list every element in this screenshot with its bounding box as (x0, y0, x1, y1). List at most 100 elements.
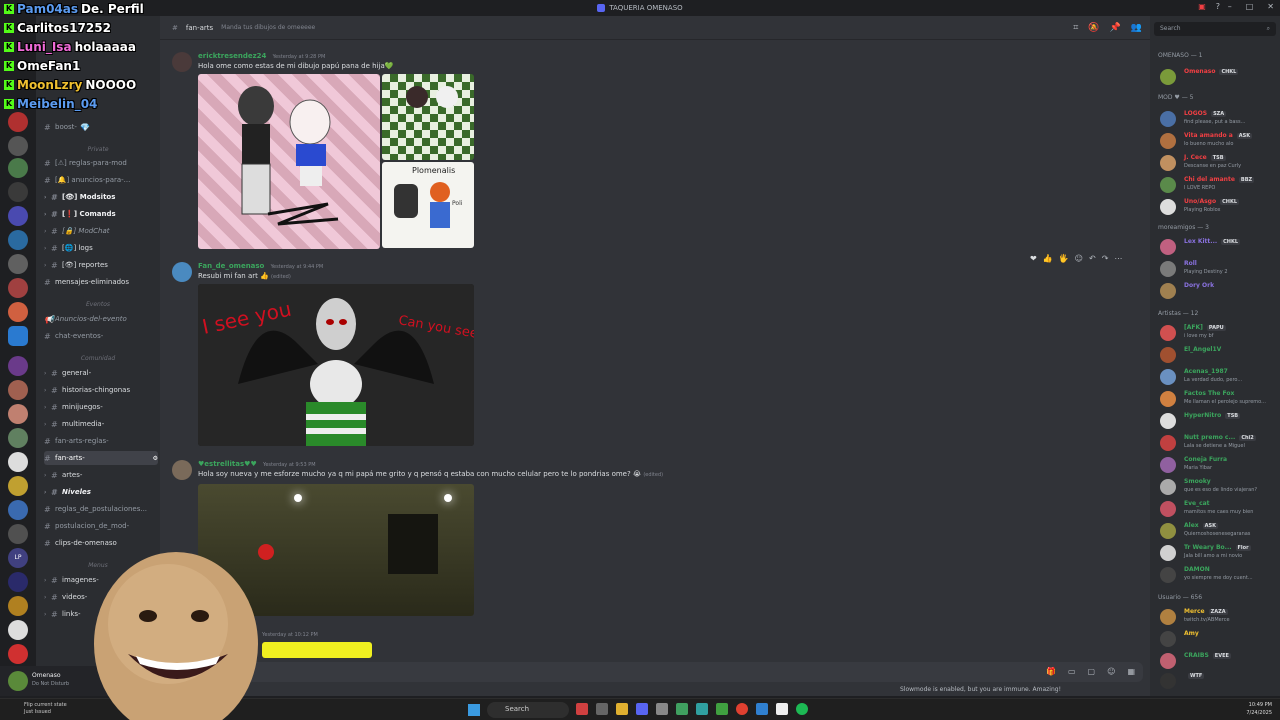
member-item[interactable]: Uno/Asgo CHKL Playing Roblox (1158, 196, 1278, 216)
member-item[interactable]: J. Cece TSB Descanse en paz Curly (1158, 152, 1278, 172)
server-icon[interactable] (8, 428, 28, 448)
reply-icon[interactable]: ↶ (1089, 254, 1096, 263)
attachment-image[interactable]: Plomenalis Poli (382, 162, 474, 248)
help-icon[interactable]: ? (1216, 2, 1220, 11)
member-item[interactable]: Lex Kitt... CHKL (1158, 236, 1278, 256)
author-name[interactable]: Fan_de_omenaso (198, 262, 264, 270)
channel-anuncios-para[interactable]: # [🔔] anuncios-para-... (44, 173, 158, 187)
channel-fan-arts[interactable]: # fan-arts- ⚙ (44, 451, 158, 465)
server-icon[interactable] (8, 230, 28, 250)
member-item[interactable]: Acenas_1987 La verdad dudo, pero... (1158, 366, 1278, 386)
gift-icon[interactable]: 🎁 (1046, 667, 1056, 676)
channel-minijuegos[interactable]: › # minijuegos- (44, 400, 158, 414)
channel-historias-chingonas[interactable]: › # historias-chingonas (44, 383, 158, 397)
channel-logs[interactable]: › # [🌐] logs (44, 241, 158, 255)
server-icon[interactable] (8, 254, 28, 274)
channel-reglas-para-mod[interactable]: # [⚠] reglas-para-mod (44, 156, 158, 170)
member-item[interactable]: Smooky que es eso de lindo viajeran? (1158, 476, 1278, 496)
forward-icon[interactable]: ↷ (1102, 254, 1109, 263)
member-item[interactable]: LOGOS SZA find please, put a bass... (1158, 108, 1278, 128)
channel-postulacion-de-mod[interactable]: # postulacion_de_mod- (44, 519, 158, 533)
server-icon[interactable] (8, 356, 28, 376)
attachment-image[interactable] (198, 74, 380, 249)
category-private[interactable]: Private (36, 146, 160, 153)
emoji-icon[interactable]: ☺ (1107, 667, 1115, 676)
author-name[interactable]: ericktresendez24 (198, 52, 266, 60)
minimize-icon[interactable]: – (1228, 2, 1232, 11)
app-icon[interactable] (716, 703, 728, 715)
reaction-heart-icon[interactable]: ❤ (1030, 254, 1037, 263)
member-item[interactable]: Vita amando a ASK lo bueno mucho alo (1158, 130, 1278, 150)
server-icon[interactable] (8, 476, 28, 496)
reaction-thumbs-icon[interactable]: 👍 (1043, 254, 1053, 263)
server-icon[interactable] (8, 452, 28, 472)
member-item[interactable]: [AFK] PAPU i love my bf (1158, 322, 1278, 342)
avatar[interactable] (172, 460, 192, 480)
channel-comands[interactable]: › # [❗] Comands (44, 207, 158, 221)
app-icon[interactable] (756, 703, 768, 715)
category-eventos[interactable]: Eventos (36, 301, 160, 308)
member-item[interactable]: Chi del amante BBZ I LOVE REPO (1158, 174, 1278, 194)
server-icon[interactable]: LP (8, 548, 28, 568)
server-icon[interactable] (8, 206, 28, 226)
taskbar-search[interactable]: Search (487, 702, 569, 718)
member-item[interactable]: Alex ASK Quiernoshosenesegaranas (1158, 520, 1278, 540)
app-icon[interactable] (636, 703, 648, 715)
app-icon[interactable] (676, 703, 688, 715)
start-icon[interactable] (468, 704, 480, 716)
spotify-icon[interactable] (796, 703, 808, 715)
channel-reglas-de-postulaciones[interactable]: # reglas_de_postulaciones... (44, 502, 158, 516)
channel-multimedia[interactable]: › # multimedia- (44, 417, 158, 431)
threads-icon[interactable]: ⌗ (1073, 23, 1078, 33)
channel-fan-arts-reglas[interactable]: # fan-arts-reglas- (44, 434, 158, 448)
server-icon[interactable] (8, 302, 28, 322)
server-icon[interactable] (8, 644, 28, 664)
member-item[interactable]: Omenaso CHKL (1158, 66, 1278, 86)
server-icon[interactable] (8, 524, 28, 544)
members-icon[interactable]: 👥 (1131, 23, 1142, 33)
channel-modsitos[interactable]: › # [👁] Modsitos (44, 190, 158, 204)
channel-modchat[interactable]: › # [🔒] ModChat (44, 224, 158, 238)
mute-icon[interactable]: 🔕 (1088, 23, 1099, 33)
attachment-image[interactable]: I see you Can you see me? (198, 284, 474, 446)
author-name[interactable]: ♥estrellitas♥♥ (198, 460, 257, 468)
pin-icon[interactable]: 📌 (1110, 23, 1121, 33)
member-item[interactable]: WTF (1158, 670, 1278, 690)
chrome-icon[interactable] (736, 703, 748, 715)
attachment-image[interactable] (262, 642, 372, 658)
channel-anuncios-del-evento[interactable]: 📢 Anuncios-del-evento (44, 312, 158, 326)
app-icon[interactable] (576, 703, 588, 715)
more-icon[interactable]: ⋯ (1114, 254, 1122, 263)
add-reaction-icon[interactable]: ☺ (1075, 254, 1083, 263)
member-item[interactable]: Nutt premo c... Chi2 Lala se detiene a Mig… (1158, 432, 1278, 452)
server-icon[interactable] (8, 158, 28, 178)
settings-icon[interactable]: ⚙ (153, 455, 158, 462)
server-icon[interactable] (8, 380, 28, 400)
member-item[interactable]: Roll Playing Destiny 2 (1158, 258, 1278, 278)
avatar[interactable] (172, 262, 192, 282)
close-icon[interactable]: ✕ (1267, 2, 1274, 11)
server-icon[interactable] (8, 500, 28, 520)
server-icon[interactable] (8, 404, 28, 424)
sticker-icon[interactable]: ▢ (1088, 667, 1096, 676)
app-icon[interactable] (696, 703, 708, 715)
channel-chat-eventos[interactable]: # chat-eventos- (44, 329, 158, 343)
channel-artes[interactable]: › # artes- (44, 468, 158, 482)
member-item[interactable]: Amy (1158, 628, 1278, 648)
inbox-icon[interactable]: ▣ (1198, 2, 1206, 11)
maximize-icon[interactable]: □ (1246, 2, 1254, 11)
server-icon[interactable] (8, 182, 28, 202)
server-icon[interactable] (8, 326, 28, 346)
channel-general[interactable]: › # general- (44, 366, 158, 380)
search-input[interactable]: Search ⌕ (1154, 22, 1276, 36)
channel-niveles[interactable]: › # Niveles (44, 485, 158, 499)
app-icon[interactable] (776, 703, 788, 715)
app-icon[interactable] (656, 703, 668, 715)
member-item[interactable]: Merce ZAZA twitch.tv/ABMerce (1158, 606, 1278, 626)
server-icon[interactable] (8, 136, 28, 156)
channel-reportes[interactable]: › # [👁] reportes (44, 258, 158, 272)
server-icon[interactable] (8, 112, 28, 132)
channel-mensajes-eliminados[interactable]: # mensajes-eliminados (44, 275, 158, 289)
category-comunidad[interactable]: Comunidad (36, 355, 160, 362)
member-item[interactable]: Coneja Furra Maria Yibar (1158, 454, 1278, 474)
